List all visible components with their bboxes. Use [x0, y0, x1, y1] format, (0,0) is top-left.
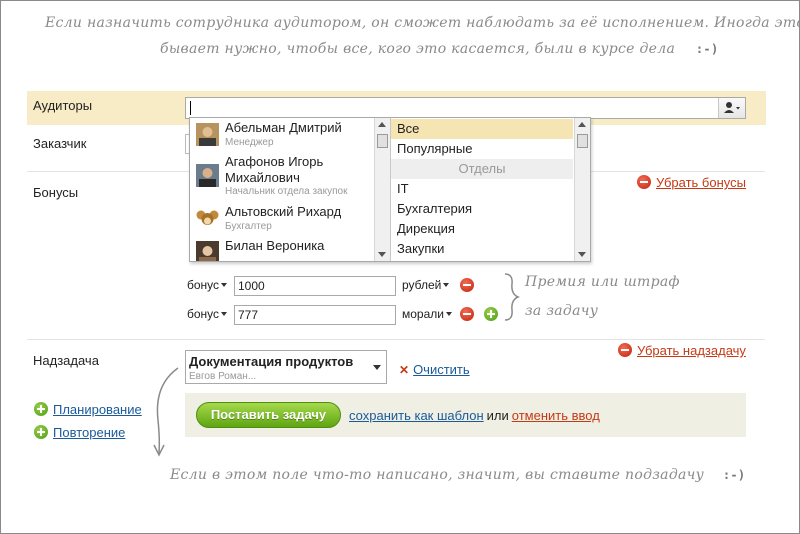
remove-bonuses-text: Убрать бонусы — [656, 175, 746, 190]
remove-icon — [618, 343, 632, 357]
bottom-note: Если в этом поле что-то написано, значит… — [170, 467, 745, 483]
users-list: Абельман Дмитрий Менеджер Агафонов Игорь… — [190, 118, 374, 261]
parent-task-subtitle: Евгов Роман... — [189, 371, 257, 382]
auditors-dropdown: Абельман Дмитрий Менеджер Агафонов Игорь… — [189, 117, 591, 262]
bonus-type-select[interactable]: бонус — [187, 278, 228, 292]
bonus-note-line1: Премия или штраф — [525, 274, 680, 290]
clear-parent-link[interactable]: ✕ Очистить — [399, 362, 470, 377]
avatar — [196, 123, 219, 146]
user-item[interactable]: Билан Вероника — [196, 238, 371, 261]
parent-task-title: Документация продуктов — [189, 354, 354, 369]
chevron-down-icon — [443, 283, 450, 287]
bonuses-label: Бонусы — [33, 185, 79, 200]
bonus-note-line2: за задачу — [525, 303, 599, 319]
customer-label: Заказчик — [33, 136, 87, 151]
avatar — [196, 164, 219, 187]
cancel-input-link[interactable]: отменить ввод — [512, 408, 600, 423]
user-picker-button[interactable] — [718, 98, 745, 118]
bonus-type-select[interactable]: бонус — [187, 307, 228, 321]
chevron-down-icon — [445, 312, 452, 316]
users-scrollbar[interactable] — [374, 118, 390, 261]
submit-links: сохранить как шаблон или отменить ввод — [349, 408, 600, 423]
group-item-directorate[interactable]: Дирекция — [391, 219, 573, 239]
remove-bonus-icon[interactable] — [460, 278, 474, 292]
group-item-it[interactable]: IT — [391, 179, 573, 199]
close-icon: ✕ — [399, 363, 410, 377]
window-frame — [0, 0, 800, 534]
group-item-purchasing[interactable]: Закупки — [391, 239, 573, 259]
scroll-down-icon[interactable] — [378, 252, 386, 257]
chevron-down-icon — [221, 283, 228, 287]
auditors-label: Аудиторы — [33, 98, 93, 113]
parent-task-select[interactable]: Документация продуктов Евгов Роман... — [185, 350, 387, 384]
submit-task-button[interactable]: Поставить задачу — [196, 402, 341, 428]
chevron-down-icon — [221, 312, 228, 316]
user-name: Билан Вероника — [225, 238, 325, 253]
bonus-type-label: бонус — [187, 307, 220, 321]
group-header-departments: Отделы — [391, 159, 573, 179]
brace-annotation — [504, 273, 520, 321]
avatar — [196, 241, 219, 261]
user-item[interactable]: Агафонов Игорь Михайлович Начальник отде… — [196, 154, 371, 198]
planning-link[interactable]: Планирование — [34, 402, 142, 417]
bottom-note-text: Если в этом поле что-то написано, значит… — [170, 467, 705, 483]
save-template-link[interactable]: сохранить как шаблон — [349, 408, 484, 423]
user-picker-icon — [724, 102, 740, 113]
or-text: или — [486, 408, 509, 423]
top-note-line2: бывает нужно, чтобы все, кого это касает… — [160, 41, 718, 57]
scroll-down-icon[interactable] — [578, 252, 586, 257]
planning-text: Планирование — [53, 402, 142, 417]
user-name: Агафонов Игорь Михайлович — [225, 154, 324, 185]
divider — [27, 339, 765, 340]
top-note-line1: Если назначить сотрудника аудитором, он … — [45, 15, 800, 31]
bonus-unit-select[interactable]: морали — [402, 307, 452, 321]
groups-scrollbar[interactable] — [574, 118, 590, 261]
scroll-thumb[interactable] — [377, 134, 388, 148]
scroll-up-icon[interactable] — [578, 122, 586, 127]
remove-bonuses-link[interactable]: Убрать бонусы — [637, 175, 746, 190]
group-item-all[interactable]: Все — [391, 119, 573, 139]
repeat-link[interactable]: Повторение — [34, 425, 125, 440]
remove-parent-text: Убрать надзадачу — [637, 343, 746, 358]
bonus-unit-select[interactable]: рублей — [402, 278, 450, 292]
top-note-line2-text: бывает нужно, чтобы все, кого это касает… — [160, 41, 676, 57]
bonus-value-input[interactable]: 1000 — [234, 276, 396, 296]
submit-panel: Поставить задачу сохранить как шаблон или… — [185, 393, 746, 437]
top-note-smiley: :-) — [695, 42, 719, 56]
groups-list: Все Популярные Отделы IT Бухгалтерия Дир… — [391, 118, 575, 261]
user-name: Абельман Дмитрий — [225, 120, 342, 135]
bottom-note-smiley: :-) — [722, 468, 746, 482]
user-position: Бухгалтер — [225, 221, 272, 232]
remove-icon — [637, 175, 651, 189]
remove-bonus-icon[interactable] — [460, 307, 474, 321]
scroll-up-icon[interactable] — [378, 122, 386, 127]
bonus-value-input[interactable]: 777 — [234, 305, 396, 325]
user-item[interactable]: Абельман Дмитрий Менеджер — [196, 120, 371, 150]
arrow-annotation — [153, 367, 179, 457]
parent-task-label: Надзадача — [33, 353, 99, 368]
chevron-down-icon — [373, 365, 381, 370]
add-bonus-icon[interactable] — [484, 307, 498, 321]
scroll-thumb[interactable] — [577, 134, 588, 148]
user-item[interactable]: Альтовский Рихард Бухгалтер — [196, 204, 371, 234]
clear-parent-text: Очистить — [413, 362, 470, 377]
cheburashka-avatar — [196, 207, 219, 230]
user-position: Менеджер — [225, 137, 274, 148]
user-name: Альтовский Рихард — [225, 204, 342, 219]
repeat-text: Повторение — [53, 425, 126, 440]
bonus-type-label: бонус — [187, 278, 220, 292]
add-icon — [34, 425, 48, 439]
auditors-search-input[interactable] — [185, 97, 746, 119]
group-item-accounting[interactable]: Бухгалтерия — [391, 199, 573, 219]
bonus-unit-label: рублей — [402, 278, 442, 292]
bonus-unit-label: морали — [402, 307, 444, 321]
remove-parent-link[interactable]: Убрать надзадачу — [618, 343, 746, 358]
user-position: Начальник отдела закупок — [225, 186, 348, 197]
add-icon — [34, 402, 48, 416]
group-item-popular[interactable]: Популярные — [391, 139, 573, 159]
text-caret — [190, 101, 191, 115]
